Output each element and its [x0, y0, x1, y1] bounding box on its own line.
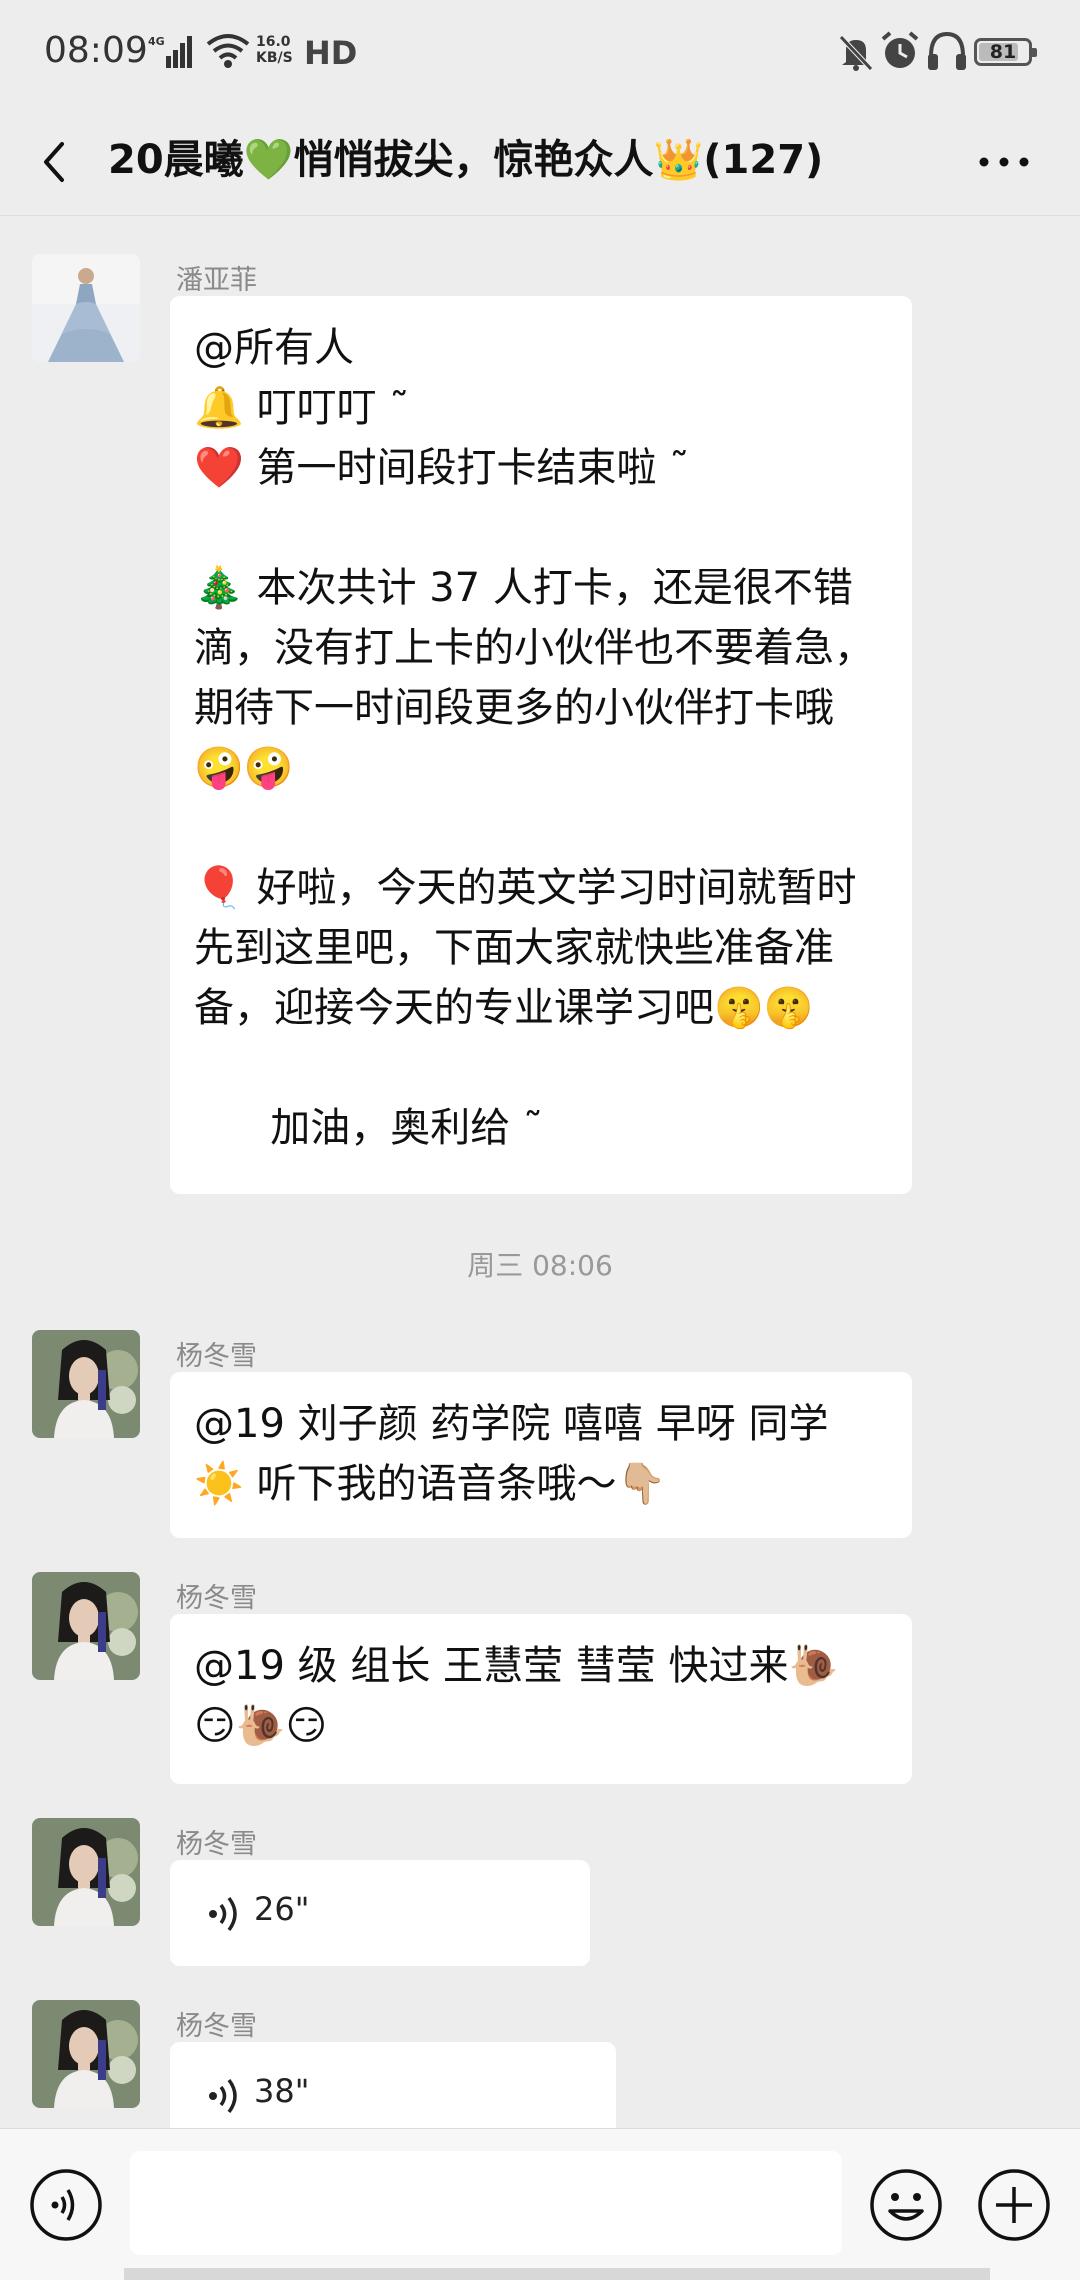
message-line	[194, 1038, 888, 1098]
message-line: 🎈 好啦，今天的英文学习时间就暂时	[194, 865, 857, 911]
plus-circle-icon[interactable]	[976, 2167, 1052, 2243]
network-speed-value: 16.0	[256, 34, 291, 50]
message-input[interactable]	[130, 2151, 842, 2255]
message-line: 🎄 本次共计 37 人打卡，还是很不错	[194, 565, 853, 611]
message-bubble[interactable]: @所有人 🔔 叮叮叮 ˜ ❤️ 第一时间段打卡结束啦 ˜ 🎄 本次共计 37 人…	[170, 296, 912, 1194]
emoji-smiley-icon[interactable]	[868, 2167, 944, 2243]
message-line: 加油，奥利给 ˜	[194, 1105, 544, 1151]
headset-icon	[926, 30, 968, 72]
message-line: 🤪🤪	[194, 745, 294, 791]
sender-name: 潘亚菲	[176, 265, 257, 296]
network-speed: 16.0 KB/S	[256, 34, 293, 66]
input-bar	[0, 2128, 1080, 2280]
avatar[interactable]	[32, 1572, 140, 1680]
sender-name: 杨冬雪	[176, 1829, 257, 1860]
message-line: ❤️ 第一时间段打卡结束啦 ˜	[194, 445, 690, 491]
message-bubble[interactable]: @19 刘子颜 药学院 嘻嘻 早呀 同学 ☀️ 听下我的语音条哦～👇🏼	[170, 1372, 912, 1538]
time-divider: 周三 08:06	[467, 1249, 613, 1282]
battery-level: 81	[989, 41, 1017, 63]
voice-duration: 26"	[254, 1890, 310, 1928]
network-speed-unit: KB/S	[256, 50, 293, 66]
voice-input-icon[interactable]	[28, 2167, 104, 2243]
chat-header: 20晨曦💚悄悄拔尖，惊艳众人👑(127)	[0, 108, 1080, 216]
message-line: 🔔 叮叮叮 ˜	[194, 385, 410, 431]
message-line: @所有人	[194, 325, 354, 371]
message-line: 先到这里吧，下面大家就快些准备准	[194, 925, 834, 971]
avatar[interactable]	[32, 2000, 140, 2108]
voice-wave-icon	[208, 1894, 242, 1934]
message-line: @19 级 组长 王慧莹 彗莹 快过来🐌	[194, 1643, 839, 1689]
voice-duration: 38"	[254, 2072, 310, 2110]
status-time: 08:09	[44, 30, 148, 71]
voice-message-bubble[interactable]: 26"	[170, 1860, 590, 1966]
avatar[interactable]	[32, 1818, 140, 1926]
hd-label: HD	[304, 34, 358, 72]
message-line: 😏🐌😏	[194, 1703, 328, 1749]
cellular-signal-icon: 4G	[148, 34, 194, 70]
sender-name: 杨冬雪	[176, 1583, 257, 1614]
back-chevron-icon[interactable]	[36, 132, 72, 192]
sender-name: 杨冬雪	[176, 2011, 257, 2042]
message-line: ☀️ 听下我的语音条哦～👇🏼	[194, 1461, 667, 1507]
alarm-clock-icon	[880, 30, 920, 72]
status-bar: 08:09 4G 16.0 KB/S HD 81	[0, 0, 1080, 108]
voice-wave-icon	[208, 2076, 242, 2116]
message-line: 期待下一时间段更多的小伙伴打卡哦	[194, 685, 834, 731]
sender-name: 杨冬雪	[176, 1341, 257, 1372]
message-line	[194, 798, 888, 858]
message-line	[194, 498, 888, 558]
message-bubble[interactable]: @19 级 组长 王慧莹 彗莹 快过来🐌 😏🐌😏	[170, 1614, 912, 1784]
avatar[interactable]	[32, 1330, 140, 1438]
chat-title: 20晨曦💚悄悄拔尖，惊艳众人👑(127)	[108, 137, 824, 183]
battery-indicator: 81	[974, 38, 1037, 66]
network-type-label: 4G	[148, 35, 165, 48]
message-line: 备，迎接今天的专业课学习吧🤫🤫	[194, 985, 814, 1031]
more-dots-icon[interactable]	[976, 154, 1032, 170]
wifi-icon	[206, 32, 250, 70]
mute-bell-icon	[838, 34, 874, 72]
message-line: @19 刘子颜 药学院 嘻嘻 早呀 同学	[194, 1401, 829, 1447]
message-line: 滴，没有打上卡的小伙伴也不要着急，	[194, 625, 874, 671]
panel-handle	[124, 2268, 990, 2280]
avatar[interactable]	[32, 254, 140, 362]
